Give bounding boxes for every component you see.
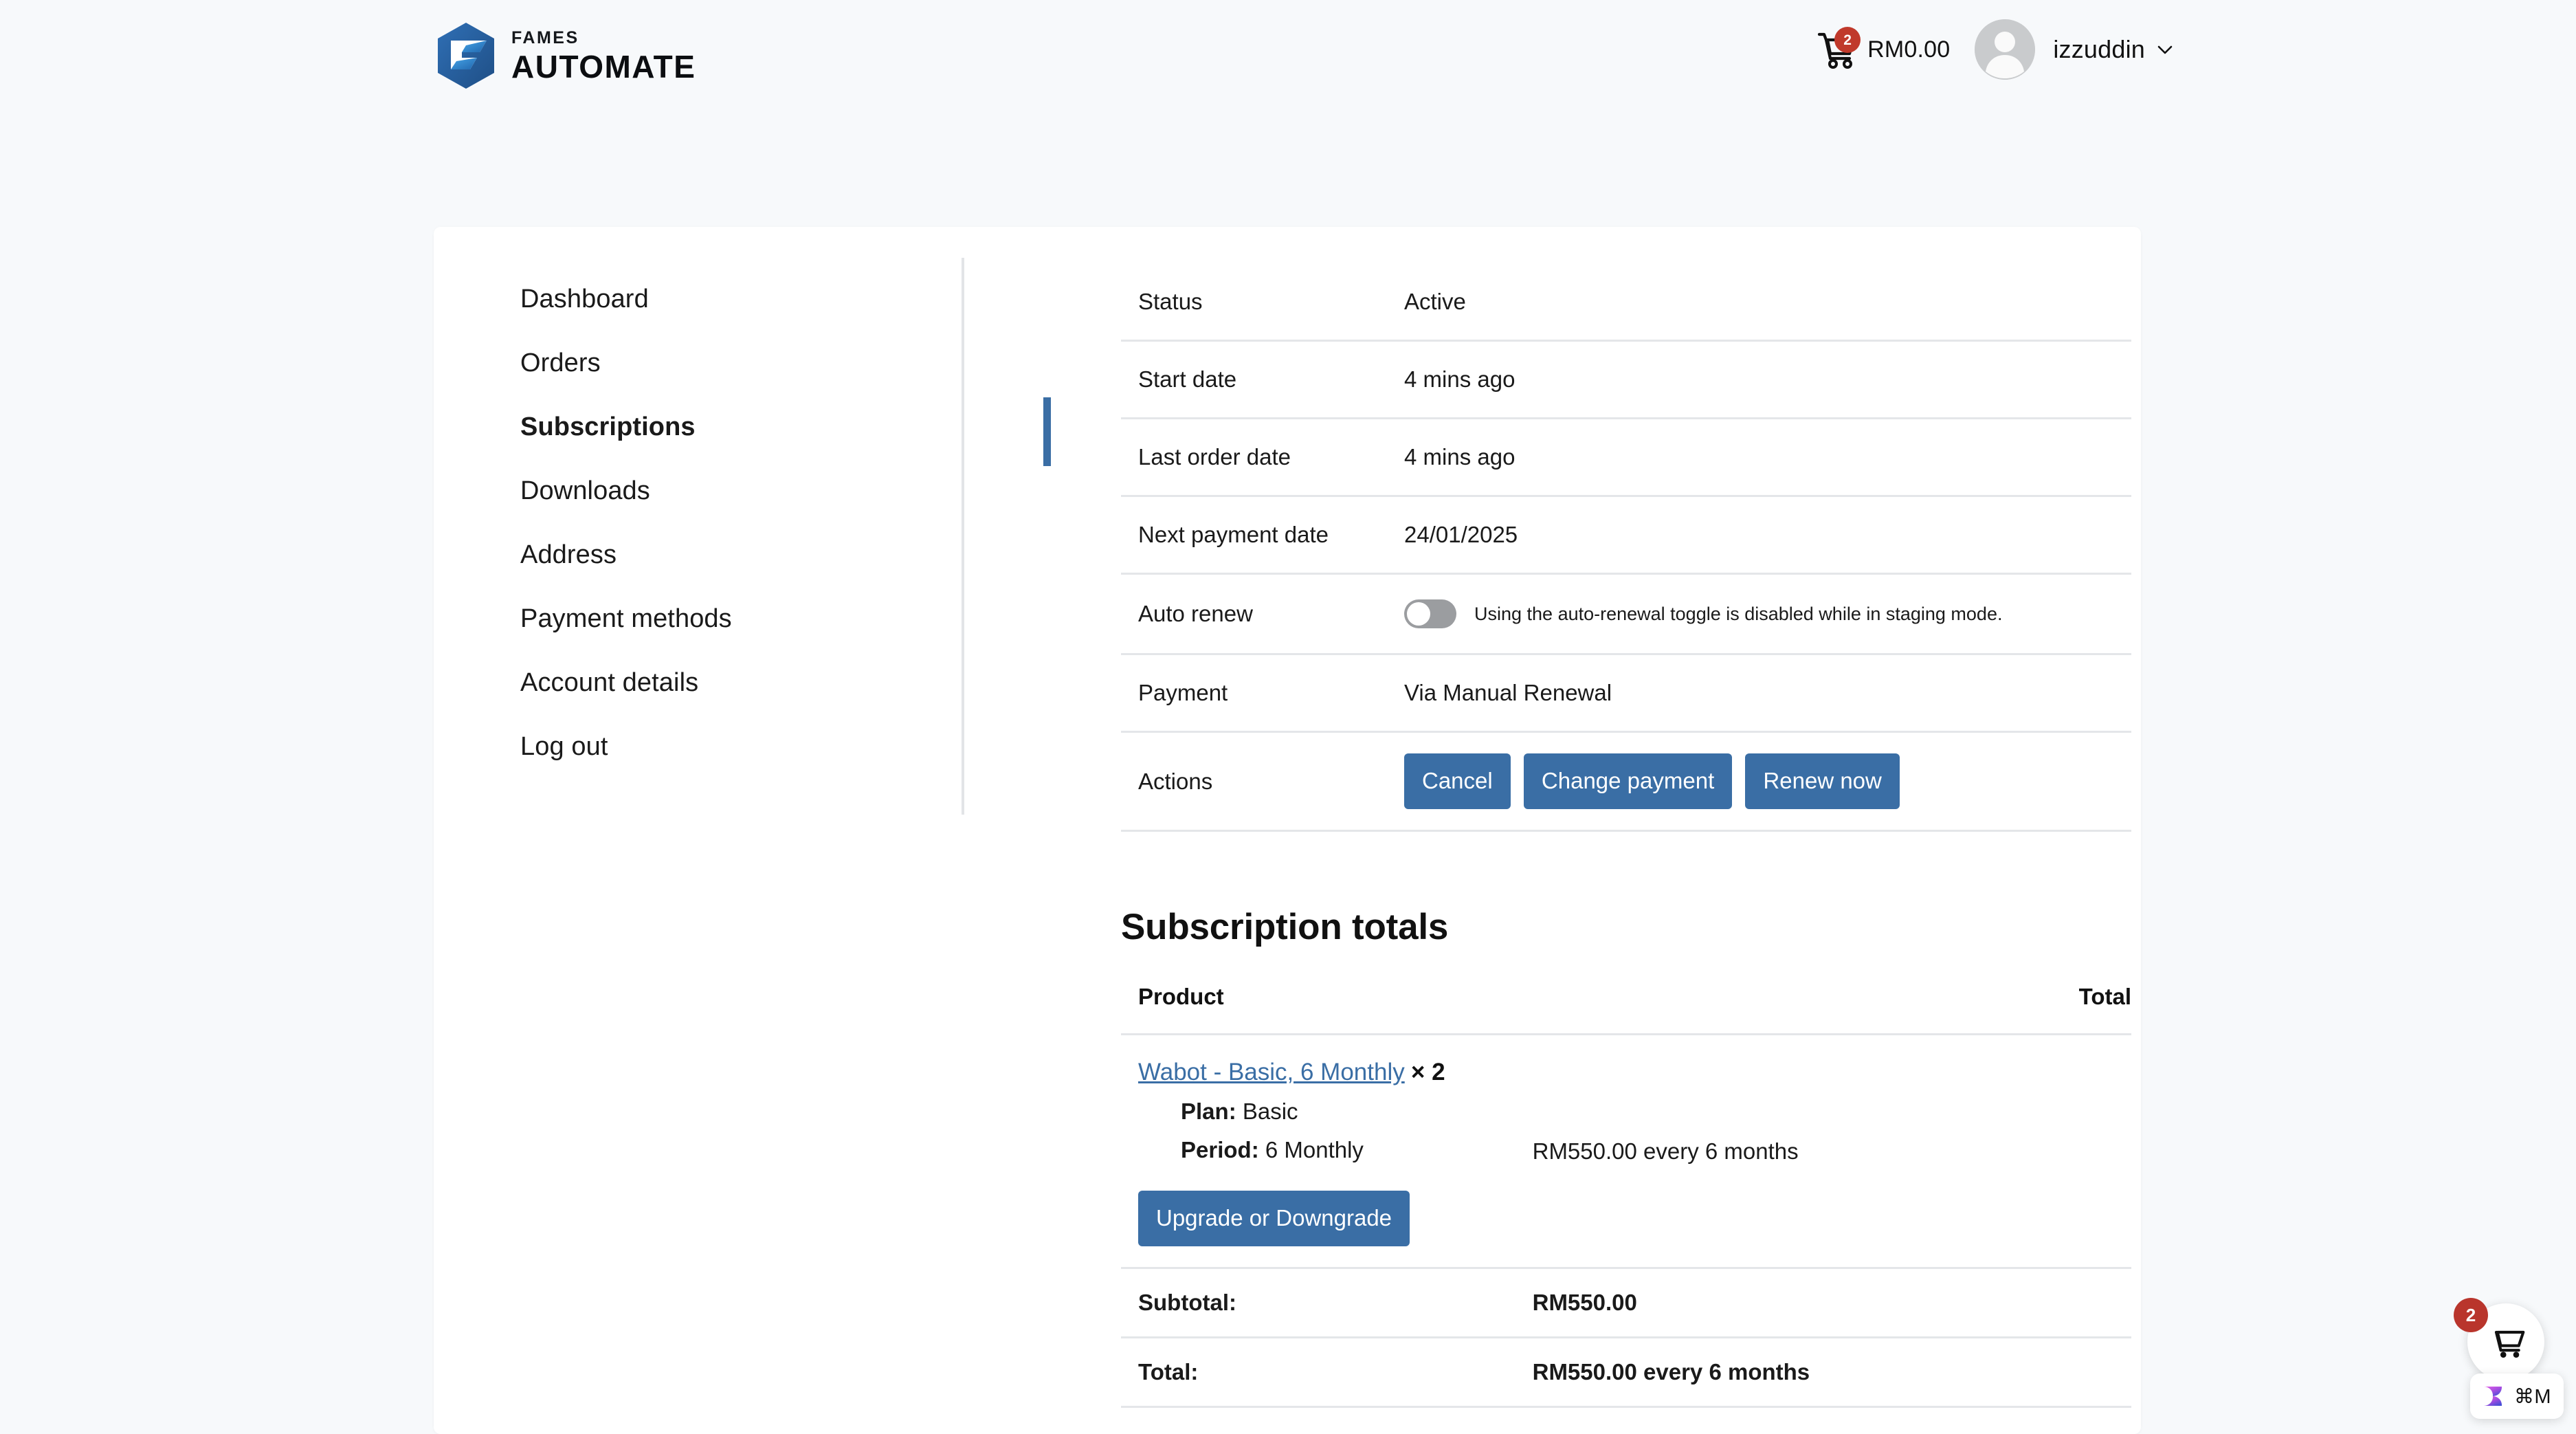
sidebar-item-dashboard[interactable]: Dashboard (520, 267, 960, 331)
avatar (1975, 19, 2036, 80)
user-avatar-icon (1975, 19, 2036, 80)
payment-method-value: Via Manual Renewal (1404, 680, 1612, 705)
period-value: 6 Monthly (1265, 1137, 1364, 1162)
sidebar-item-label: Downloads (520, 476, 650, 505)
subscription-totals-table: Product Total Wabot - Basic, 6 Monthly ×… (1121, 984, 2131, 1408)
site-header: FAMES AUTOMATE 2 RM0.00 izzuddin (0, 0, 2576, 124)
sidebar-item-orders[interactable]: Orders (520, 331, 960, 395)
line-item-total: RM550.00 every 6 months (1532, 1138, 1799, 1164)
sidebar-item-label: Subscriptions (520, 412, 696, 441)
total-value: RM550.00 every 6 months (1532, 1359, 1810, 1385)
row-label-actions: Actions (1138, 768, 1213, 794)
sidebar-item-downloads[interactable]: Downloads (520, 459, 960, 522)
period-label: Period: (1181, 1137, 1259, 1162)
table-row: Next payment date 24/01/2025 (1121, 496, 2131, 574)
brand-name-bottom: AUTOMATE (511, 48, 696, 85)
row-label-last-order-date: Last order date (1138, 444, 1291, 470)
hexagon-f-logo-icon (438, 23, 494, 89)
change-payment-button[interactable]: Change payment (1523, 753, 1733, 809)
plan-label: Plan: (1181, 1099, 1236, 1124)
actions-cell: Cancel Change payment Renew now (1404, 732, 2131, 831)
cancel-button[interactable]: Cancel (1404, 753, 1511, 809)
sidebar-item-label: Account details (520, 668, 699, 697)
auto-renew-cell: Using the auto-renewal toggle is disable… (1404, 599, 2131, 628)
sidebar-item-label: Log out (520, 732, 608, 761)
product-quantity: × 2 (1410, 1059, 1445, 1085)
username-menu[interactable]: izzuddin (2053, 35, 2145, 64)
floating-widget: 2 ⌘M (2426, 1298, 2564, 1434)
cart-icon-wrapper: 2 (1815, 27, 1861, 71)
last-order-date-value: 4 mins ago (1404, 444, 1515, 470)
sidebar-item-label: Dashboard (520, 285, 649, 313)
table-row: Last order date 4 mins ago (1121, 419, 2131, 496)
table-row: Status Active (1121, 264, 2131, 341)
sidebar-item-log-out[interactable]: Log out (520, 714, 960, 778)
sidebar-item-payment-methods[interactable]: Payment methods (520, 586, 960, 650)
auto-renew-toggle[interactable] (1404, 599, 1456, 628)
next-payment-date-value: 24/01/2025 (1404, 522, 1518, 547)
subscription-content: Status Active Start date 4 mins ago Last… (1121, 264, 2131, 1434)
product-period-row: Period: 6 Monthly (1181, 1137, 1533, 1163)
sidebar-item-account-details[interactable]: Account details (520, 650, 960, 714)
table-row: Auto renew Using the auto-renewal toggle… (1121, 574, 2131, 654)
row-label-start-date: Start date (1138, 366, 1237, 392)
table-row: Total: RM550.00 every 6 months (1121, 1338, 2131, 1407)
floating-cart-badge: 2 (2454, 1298, 2488, 1332)
sidebar-item-subscriptions[interactable]: Subscriptions (520, 395, 1051, 466)
hourglass-gradient-icon (2484, 1387, 2502, 1406)
sidebar-nav-list: Dashboard Orders Subscriptions Downloads… (520, 267, 1051, 778)
table-row: Start date 4 mins ago (1121, 341, 2131, 419)
sidebar-item-address[interactable]: Address (520, 522, 960, 586)
status-badge: Active (1404, 289, 1466, 314)
floating-shortcut-pill[interactable]: ⌘M (2470, 1374, 2564, 1419)
table-header-row: Product Total (1121, 984, 2131, 1035)
column-header-product: Product (1138, 984, 1224, 1009)
plan-value: Basic (1242, 1099, 1298, 1124)
product-plan-row: Plan: Basic (1181, 1099, 1533, 1125)
toggle-knob (1407, 602, 1430, 626)
subscription-details-table: Status Active Start date 4 mins ago Last… (1121, 264, 2131, 832)
start-date-value: 4 mins ago (1404, 366, 1515, 392)
table-row: Wabot - Basic, 6 Monthly × 2 Plan: Basic… (1121, 1035, 2131, 1268)
cart-total-amount: RM0.00 (1867, 36, 1951, 63)
shopping-cart-icon (2494, 1330, 2525, 1358)
total-label: Total: (1138, 1359, 1199, 1385)
table-row: Payment Via Manual Renewal (1121, 654, 2131, 732)
table-row: Actions Cancel Change payment Renew now (1121, 732, 2131, 831)
chevron-down-icon[interactable] (2156, 41, 2174, 58)
subscription-totals-heading: Subscription totals (1121, 907, 1449, 947)
product-link[interactable]: Wabot - Basic, 6 Monthly (1138, 1059, 1405, 1085)
sidebar-item-label: Payment methods (520, 604, 732, 633)
brand-logo[interactable]: FAMES AUTOMATE (436, 22, 696, 89)
row-label-auto-renew: Auto renew (1138, 601, 1253, 626)
sidebar-item-label: Address (520, 540, 617, 569)
header-right-group: 2 RM0.00 izzuddin (1815, 19, 2174, 80)
table-row: Subtotal: RM550.00 (1121, 1268, 2131, 1338)
upgrade-button-wrapper: Upgrade or Downgrade (1138, 1191, 1533, 1246)
row-label-payment: Payment (1138, 680, 1228, 705)
product-cell: Wabot - Basic, 6 Monthly × 2 Plan: Basic… (1121, 1035, 1533, 1268)
upgrade-or-downgrade-button[interactable]: Upgrade or Downgrade (1138, 1191, 1410, 1246)
column-header-total: Total (2078, 984, 2131, 1009)
sidebar-item-label: Orders (520, 349, 601, 377)
row-label-next-payment-date: Next payment date (1138, 522, 1329, 547)
floating-cart-button[interactable]: 2 (2454, 1298, 2544, 1380)
cart-link[interactable]: 2 RM0.00 (1815, 27, 1951, 71)
account-card: Dashboard Orders Subscriptions Downloads… (434, 227, 2141, 1434)
floating-shortcut-label: ⌘M (2514, 1385, 2551, 1408)
cart-badge: 2 (1834, 27, 1861, 53)
sidebar-divider (962, 258, 964, 815)
account-sidebar: Dashboard Orders Subscriptions Downloads… (434, 227, 1051, 1434)
brand-name-top: FAMES (511, 27, 579, 47)
auto-renew-note: Using the auto-renewal toggle is disable… (1474, 603, 2003, 624)
row-label-status: Status (1138, 289, 1203, 314)
renew-now-button[interactable]: Renew now (1745, 753, 1900, 809)
subtotal-label: Subtotal: (1138, 1290, 1236, 1315)
subtotal-value: RM550.00 (1532, 1290, 1637, 1315)
